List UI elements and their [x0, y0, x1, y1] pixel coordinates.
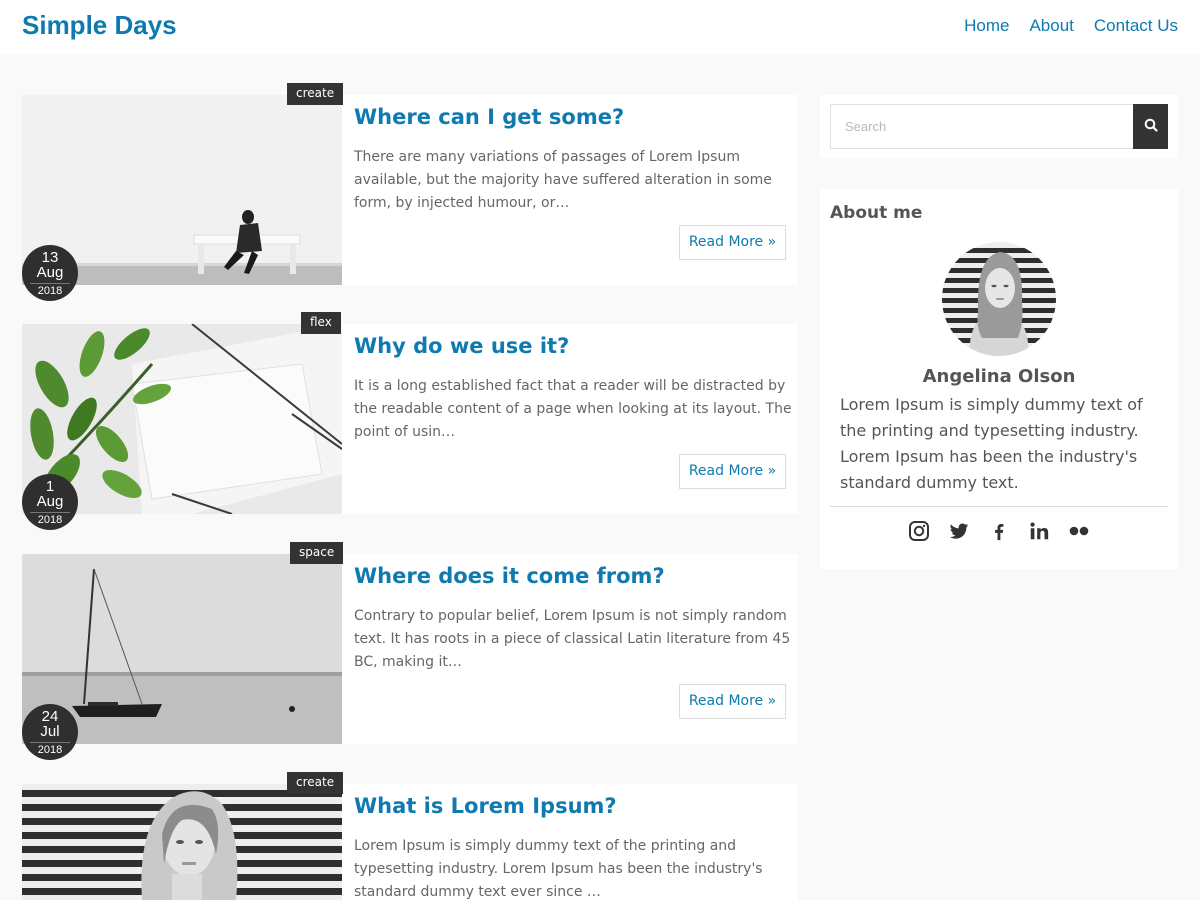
- post-title[interactable]: Where does it come from?: [354, 564, 665, 588]
- post-excerpt: It is a long established fact that a rea…: [354, 378, 792, 440]
- category-badge[interactable]: create: [287, 772, 344, 794]
- post-excerpt: There are many variations of passages of…: [354, 149, 772, 211]
- facebook-icon[interactable]: [988, 520, 1010, 542]
- avatar: [942, 242, 1056, 356]
- site-title[interactable]: Simple Days: [22, 10, 177, 41]
- post-card: flex 1 Aug 2018 Why do we use it? It is …: [22, 312, 798, 530]
- read-more-button[interactable]: Read More »: [679, 684, 786, 719]
- post-card: create 13 Aug 2018 Where can I get some?…: [22, 83, 798, 301]
- post-card: space 24 Jul 2018 Where does it come fro…: [22, 542, 798, 760]
- author-bio: Lorem Ipsum is simply dummy text of the …: [840, 395, 1143, 492]
- category-badge[interactable]: create: [287, 83, 344, 105]
- about-widget: About me Angelina Olson Lorem Ipsum is s…: [820, 189, 1178, 569]
- flickr-icon[interactable]: [1068, 520, 1090, 542]
- author-name: Angelina Olson: [922, 366, 1076, 387]
- category-badge[interactable]: flex: [301, 312, 341, 334]
- instagram-icon[interactable]: [908, 520, 930, 542]
- main-nav: Home About Contact Us: [964, 16, 1178, 36]
- nav-contact[interactable]: Contact Us: [1094, 16, 1178, 36]
- post-card: create What is Lorem Ipsum? Lorem Ipsum …: [22, 772, 798, 900]
- search-input[interactable]: [830, 104, 1134, 149]
- post-title[interactable]: What is Lorem Ipsum?: [354, 794, 617, 818]
- read-more-button[interactable]: Read More »: [679, 225, 786, 260]
- post-excerpt: Contrary to popular belief, Lorem Ipsum …: [354, 608, 791, 670]
- post-excerpt: Lorem Ipsum is simply dummy text of the …: [354, 838, 763, 900]
- nav-home[interactable]: Home: [964, 16, 1009, 36]
- date-badge: 13 Aug 2018: [22, 245, 78, 301]
- linkedin-icon[interactable]: [1028, 520, 1050, 542]
- site-header: Simple Days Home About Contact Us: [0, 0, 1200, 54]
- nav-about[interactable]: About: [1029, 16, 1073, 36]
- post-title[interactable]: Where can I get some?: [354, 105, 624, 129]
- twitter-icon[interactable]: [948, 520, 970, 542]
- date-badge: 24 Jul 2018: [22, 704, 78, 760]
- date-badge: 1 Aug 2018: [22, 474, 78, 530]
- category-badge[interactable]: space: [290, 542, 344, 564]
- search-widget: [820, 95, 1178, 158]
- post-title[interactable]: Why do we use it?: [354, 334, 569, 358]
- divider: [830, 506, 1168, 507]
- social-links: [820, 520, 1178, 542]
- post-thumbnail[interactable]: [22, 784, 342, 900]
- search-icon: [1144, 118, 1158, 135]
- widget-title: About me: [830, 203, 923, 223]
- read-more-button[interactable]: Read More »: [679, 454, 786, 489]
- search-button[interactable]: [1133, 104, 1168, 149]
